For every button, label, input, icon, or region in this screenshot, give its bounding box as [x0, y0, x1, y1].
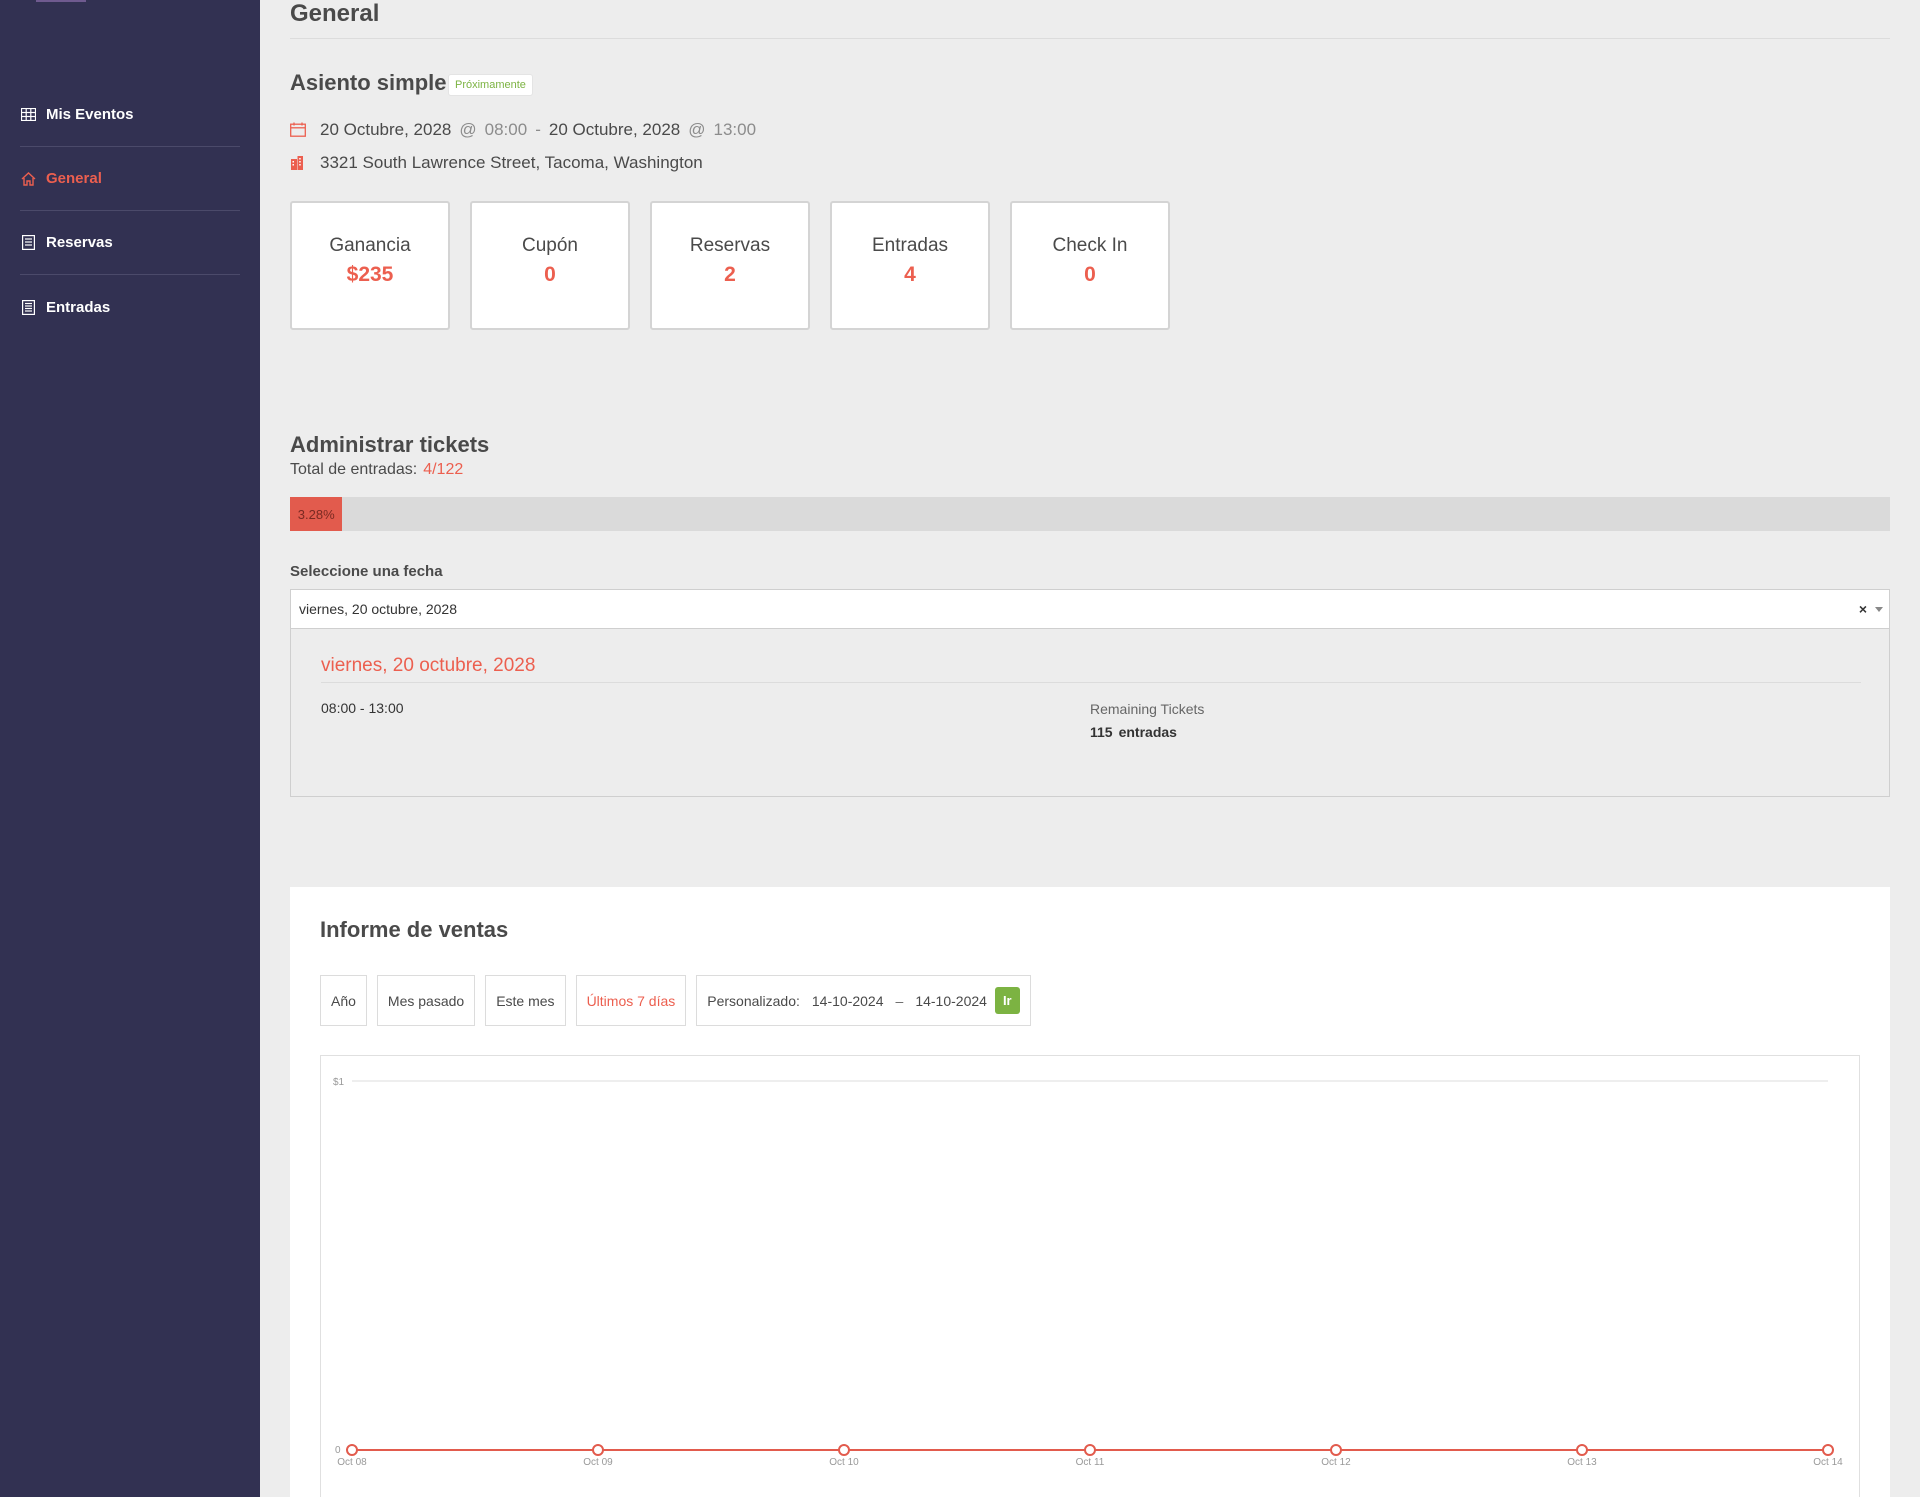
stat-card-reservas: Reservas 2: [650, 201, 810, 330]
event-start-date: 20 Octubre, 2028: [320, 120, 452, 139]
document-icon: [20, 299, 36, 315]
y-tick-label: 0: [335, 1445, 341, 1456]
event-end-time: 13:00: [713, 120, 757, 139]
sidebar-item-entradas[interactable]: Entradas: [20, 275, 240, 339]
date-select[interactable]: viernes, 20 octubre, 2028 ×: [290, 589, 1890, 629]
custom-range-filter: Personalizado: 14-10-2024 – 14-10-2024 I…: [696, 975, 1031, 1026]
sales-chart-svg: $1 0Oct 08 Oct 09 Oct 10 Oct 11 Oct 12 Oct 13 O…: [333, 1077, 1843, 1468]
stat-value: $235: [346, 263, 394, 286]
clear-icon[interactable]: ×: [1859, 601, 1867, 617]
x-tick-label: Oct 13: [1567, 1457, 1597, 1468]
building-icon: [290, 155, 306, 171]
event-name: Asiento simple: [290, 70, 447, 95]
at-sign: @: [688, 120, 706, 139]
custom-from-input[interactable]: 14-10-2024: [812, 993, 884, 1009]
sidebar-nav: Mis Eventos General Reservas Entradas: [20, 83, 240, 339]
data-point: [1330, 1444, 1342, 1456]
tickets-total: Total de entradas: 4/122: [290, 461, 463, 479]
event-start-time: 08:00: [484, 120, 528, 139]
sidebar-item-label: Reservas: [46, 234, 113, 251]
data-point: [1084, 1444, 1096, 1456]
y-tick-label: $1: [333, 1077, 345, 1088]
x-tick-label: Oct 08: [337, 1457, 367, 1468]
divider: [290, 38, 1890, 39]
sidebar-item-label: General: [46, 170, 102, 187]
date-select-value: viernes, 20 octubre, 2028: [299, 601, 457, 617]
event-address: 3321 South Lawrence Street, Tacoma, Wash…: [320, 153, 703, 172]
date-detail-panel: viernes, 20 octubre, 2028 08:00 - 13:00 …: [290, 628, 1890, 797]
sidebar-item-general[interactable]: General: [20, 147, 240, 211]
event-end-date: 20 Octubre, 2028: [548, 120, 681, 139]
remaining-tickets-label: Remaining Tickets: [1090, 701, 1205, 717]
sidebar-item-mis-eventos[interactable]: Mis Eventos: [20, 83, 240, 147]
report-filters: Año Mes pasado Este mes Últimos 7 días P…: [320, 975, 1031, 1026]
sidebar-item-label: Entradas: [46, 298, 111, 316]
sidebar-item-label: Mis Eventos: [46, 106, 134, 123]
event-date-row: 20 Octubre, 2028 @ 08:00 - 20 Octubre, 2…: [290, 120, 756, 140]
stat-card-check-in: Check In 0: [1010, 201, 1170, 330]
stat-label: Check In: [1052, 235, 1128, 256]
x-tick-label: Oct 12: [1321, 1457, 1351, 1468]
stat-label: Cupón: [522, 235, 578, 256]
stat-card-ganancia: Ganancia $235: [290, 201, 450, 330]
stat-value: 2: [724, 263, 736, 286]
range-dash: –: [895, 992, 904, 1009]
filter-this-month-button[interactable]: Este mes: [485, 975, 566, 1026]
tickets-progress-bar: 3.28%: [290, 497, 1890, 531]
data-point: [346, 1444, 358, 1456]
stat-card-entradas: Entradas 4: [830, 201, 990, 330]
remaining-count: 115: [1090, 724, 1113, 740]
event-address-row: 3321 South Lawrence Street, Tacoma, Wash…: [290, 153, 703, 173]
sidebar: Mis Eventos General Reservas Entradas: [0, 0, 260, 1497]
date-detail-time: 08:00 - 13:00: [321, 700, 404, 716]
x-tick-label: Oct 14: [1813, 1457, 1843, 1468]
stats-row: Ganancia $235 Cupón 0 Reservas 2 Entrada…: [290, 201, 1170, 330]
logo: [36, 0, 86, 2]
data-point: [838, 1444, 850, 1456]
remaining-unit: entradas: [1118, 724, 1177, 740]
data-point: [1822, 1444, 1834, 1456]
status-badge: Próximamente: [448, 74, 533, 96]
calendar-icon: [290, 122, 306, 138]
x-tick-label: Oct 09: [583, 1457, 613, 1468]
at-sign: @: [459, 120, 477, 139]
x-tick-label: Oct 11: [1076, 1457, 1105, 1468]
date-select-label: Seleccione una fecha: [290, 563, 443, 580]
page-title: General: [290, 0, 380, 27]
sidebar-item-reservas[interactable]: Reservas: [20, 211, 240, 275]
tickets-total-value: 4/122: [423, 461, 464, 478]
report-title: Informe de ventas: [320, 917, 509, 942]
sales-chart: $1 0 Oct 08 Oct 09 Oct 10 Oct 11 Oct 12 Oct 13 O…: [320, 1055, 1860, 1497]
x-tick-label: Oct 10: [829, 1457, 859, 1468]
filter-last-month-button[interactable]: Mes pasado: [376, 975, 476, 1026]
custom-range-label: Personalizado:: [707, 992, 800, 1009]
table-icon: [20, 107, 36, 123]
data-point: [1576, 1444, 1588, 1456]
stat-value: 0: [1084, 263, 1096, 286]
date-detail-title: viernes, 20 octubre, 2028: [321, 655, 536, 676]
date-separator: -: [535, 120, 541, 139]
home-icon: [20, 171, 36, 187]
stat-label: Ganancia: [329, 235, 411, 256]
custom-to-input[interactable]: 14-10-2024: [915, 993, 987, 1009]
sales-report: Informe de ventas Año Mes pasado Este me…: [290, 887, 1890, 1497]
remaining-tickets-value: 115 entradas: [1090, 724, 1177, 740]
stat-value: 0: [544, 263, 556, 286]
progress-fill: 3.28%: [290, 497, 343, 531]
list-icon: [20, 235, 36, 251]
stat-label: Entradas: [871, 235, 949, 256]
data-point: [592, 1444, 604, 1456]
stat-value: 4: [904, 263, 916, 286]
go-button[interactable]: Ir: [994, 987, 1020, 1014]
filter-last-7-days-button[interactable]: Últimos 7 días: [575, 975, 687, 1026]
stat-label: Reservas: [689, 235, 771, 256]
tickets-total-label: Total de entradas:: [290, 461, 418, 478]
filter-year-button[interactable]: Año: [320, 975, 367, 1026]
stat-card-cupon: Cupón 0: [470, 201, 630, 330]
section-title: Administrar tickets: [290, 432, 490, 457]
divider: [321, 682, 1861, 683]
chevron-down-icon[interactable]: [1875, 607, 1883, 612]
